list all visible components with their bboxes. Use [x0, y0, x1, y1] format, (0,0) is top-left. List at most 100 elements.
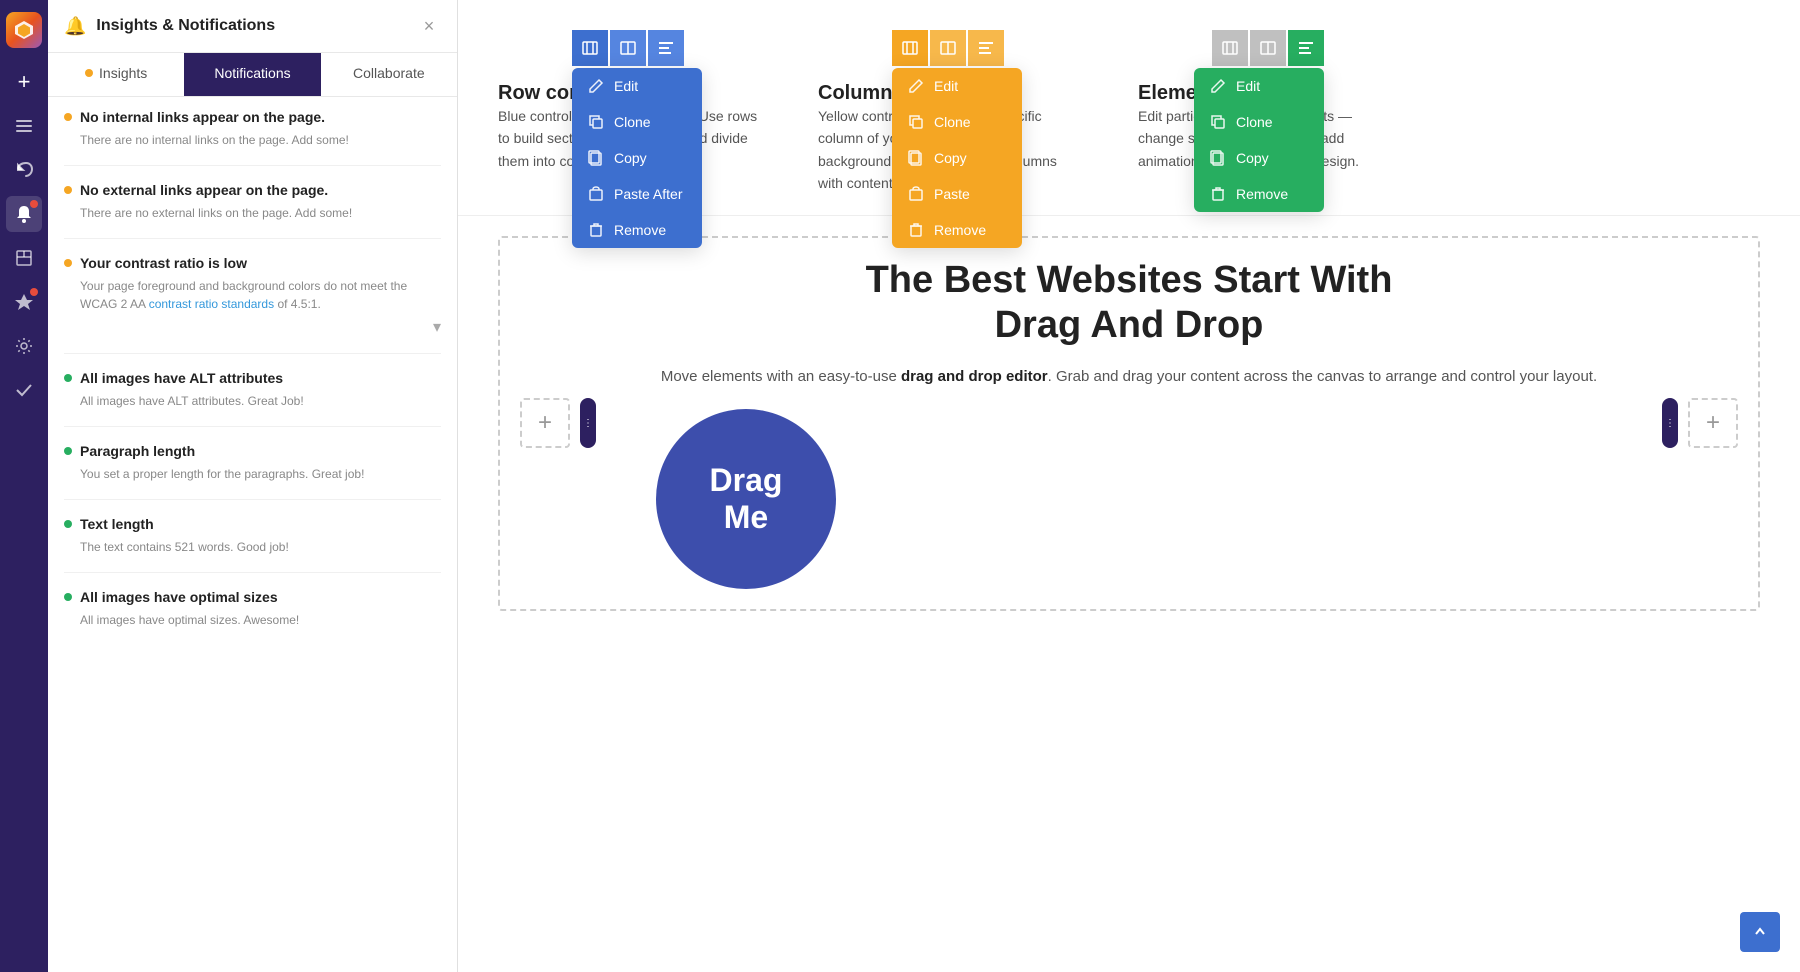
row-copy-item[interactable]: Copy	[572, 140, 702, 176]
insights-tab-dot	[85, 69, 93, 77]
elem-toolbar-wrapper: Edit Clone Copy Remove	[1212, 30, 1324, 66]
elem-select-btn[interactable]	[1212, 30, 1248, 66]
row-layout-btn[interactable]	[610, 30, 646, 66]
insight-alt-attributes: All images have ALT attributes All image…	[64, 370, 441, 427]
add-column-right-button[interactable]: +	[1688, 398, 1738, 448]
sidebar: +	[0, 0, 48, 972]
insight-desc: All images have ALT attributes. Great Jo…	[80, 392, 441, 410]
column-controls-demo: Edit Clone Copy Paste	[818, 30, 1078, 195]
insight-title-text: No internal links appear on the page.	[80, 109, 325, 125]
collapse-icon[interactable]: ▾	[433, 319, 441, 336]
element-controls-demo: Edit Clone Copy Remove	[1138, 30, 1398, 172]
main-content: Edit Clone Copy Paste After	[458, 0, 1800, 972]
insight-title-text: Your contrast ratio is low	[80, 255, 247, 271]
tab-collaborate[interactable]: Collaborate	[321, 53, 457, 96]
col-clone-item[interactable]: Clone	[892, 104, 1022, 140]
col-remove-item[interactable]: Remove	[892, 212, 1022, 248]
col-edit-item[interactable]: Edit	[892, 68, 1022, 104]
insight-desc: The text contains 521 words. Good job!	[80, 538, 441, 556]
insight-dot	[64, 374, 72, 382]
dnd-center: The Best Websites Start With Drag And Dr…	[616, 258, 1642, 589]
insight-external-links: No external links appear on the page. Th…	[64, 182, 441, 239]
elem-text-btn[interactable]	[1288, 30, 1324, 66]
insight-contrast-ratio: Your contrast ratio is low Your page for…	[64, 255, 441, 354]
insight-title-text: All images have ALT attributes	[80, 370, 283, 386]
insight-dot	[64, 113, 72, 121]
row-edit-item[interactable]: Edit	[572, 68, 702, 104]
row-toolbar-wrapper: Edit Clone Copy Paste After	[572, 30, 684, 66]
col-paste-item[interactable]: Paste	[892, 176, 1022, 212]
row-controls-demo: Edit Clone Copy Paste After	[498, 30, 758, 172]
row-clone-item[interactable]: Clone	[572, 104, 702, 140]
panel-content: No internal links appear on the page. Th…	[48, 97, 457, 972]
sidebar-undo-button[interactable]	[6, 152, 42, 188]
panel-header-bell-icon: 🔔	[64, 16, 86, 37]
insight-dot	[64, 259, 72, 267]
insight-image-sizes: All images have optimal sizes All images…	[64, 589, 441, 645]
app-logo[interactable]	[6, 12, 42, 48]
row-select-btn[interactable]	[572, 30, 608, 66]
insight-title-text: No external links appear on the page.	[80, 182, 328, 198]
dnd-title: The Best Websites Start With Drag And Dr…	[616, 258, 1642, 349]
sidebar-layers-button[interactable]	[6, 108, 42, 144]
tab-insights[interactable]: Insights	[48, 53, 184, 96]
panel-close-button[interactable]: ×	[417, 14, 441, 38]
elem-layout-btn[interactable]	[1250, 30, 1286, 66]
row-toolbar	[572, 30, 684, 66]
drag-handle-right[interactable]: ⋮	[1662, 398, 1678, 448]
col-select-btn[interactable]	[892, 30, 928, 66]
insight-dot	[64, 593, 72, 601]
sidebar-interactions-button[interactable]	[6, 284, 42, 320]
tab-notifications[interactable]: Notifications	[184, 53, 320, 96]
insight-dot	[64, 186, 72, 194]
sidebar-settings-button[interactable]	[6, 328, 42, 364]
sidebar-pages-button[interactable]	[6, 240, 42, 276]
col-layout-btn[interactable]	[930, 30, 966, 66]
row-dropdown-menu: Edit Clone Copy Paste After	[572, 68, 702, 248]
col-dropdown-menu: Edit Clone Copy Paste	[892, 68, 1022, 248]
dnd-subtitle: Move elements with an easy-to-use drag a…	[616, 365, 1642, 389]
elem-dropdown-menu: Edit Clone Copy Remove	[1194, 68, 1324, 212]
sidebar-notifications-button[interactable]	[6, 196, 42, 232]
sidebar-check-button[interactable]	[6, 372, 42, 408]
add-column-left-button[interactable]: +	[520, 398, 570, 448]
elem-remove-item[interactable]: Remove	[1194, 176, 1324, 212]
controls-section: Edit Clone Copy Paste After	[458, 0, 1800, 215]
right-col-controls: ⋮ +	[1662, 398, 1738, 448]
insight-title-text: Text length	[80, 516, 154, 532]
insight-dot	[64, 520, 72, 528]
insight-dot	[64, 447, 72, 455]
elem-copy-item[interactable]: Copy	[1194, 140, 1324, 176]
panel-title: Insights & Notifications	[96, 17, 407, 35]
insight-desc: Your page foreground and background colo…	[80, 277, 441, 313]
dnd-section: + ⋮ The Best Websites Start With Drag An…	[458, 215, 1800, 631]
insight-desc: All images have optimal sizes. Awesome!	[80, 611, 441, 629]
row-text-btn[interactable]	[648, 30, 684, 66]
elem-toolbar	[1212, 30, 1324, 66]
scroll-to-top-button[interactable]	[1740, 912, 1780, 952]
row-paste-item[interactable]: Paste After	[572, 176, 702, 212]
insight-paragraph-length: Paragraph length You set a proper length…	[64, 443, 441, 500]
insight-desc: There are no internal links on the page.…	[80, 131, 441, 149]
insights-panel: 🔔 Insights & Notifications × Insights No…	[48, 0, 458, 972]
elem-clone-item[interactable]: Clone	[1194, 104, 1324, 140]
row-remove-item[interactable]: Remove	[572, 212, 702, 248]
insight-title-text: Paragraph length	[80, 443, 195, 459]
dnd-inner: + ⋮ The Best Websites Start With Drag An…	[498, 236, 1760, 611]
insight-desc: You set a proper length for the paragrap…	[80, 465, 441, 483]
drag-me-circle[interactable]: Drag Me	[656, 409, 836, 589]
drag-handle-left[interactable]: ⋮	[580, 398, 596, 448]
col-text-btn[interactable]	[968, 30, 1004, 66]
insight-desc: There are no external links on the page.…	[80, 204, 441, 222]
col-toolbar	[892, 30, 1004, 66]
insight-text-length: Text length The text contains 521 words.…	[64, 516, 441, 573]
col-toolbar-wrapper: Edit Clone Copy Paste	[892, 30, 1004, 66]
insight-internal-links: No internal links appear on the page. Th…	[64, 109, 441, 166]
sidebar-add-button[interactable]: +	[6, 64, 42, 100]
contrast-ratio-link[interactable]: contrast ratio standards	[149, 297, 274, 311]
elem-edit-item[interactable]: Edit	[1194, 68, 1324, 104]
panel-tabs: Insights Notifications Collaborate	[48, 53, 457, 97]
panel-header: 🔔 Insights & Notifications ×	[48, 0, 457, 53]
left-col-controls: + ⋮	[520, 398, 596, 448]
col-copy-item[interactable]: Copy	[892, 140, 1022, 176]
